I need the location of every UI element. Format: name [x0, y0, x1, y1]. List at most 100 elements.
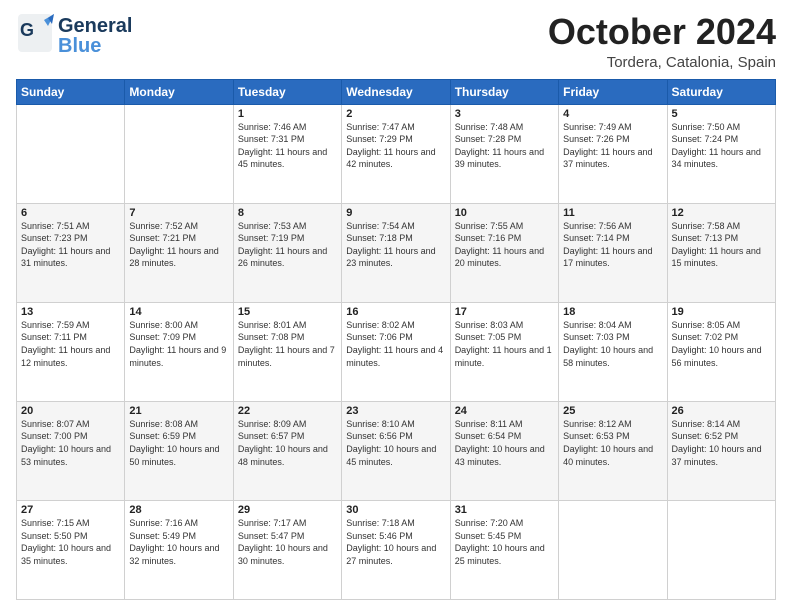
calendar-week-5: 27Sunrise: 7:15 AM Sunset: 5:50 PM Dayli… — [17, 500, 776, 599]
table-row: 31Sunrise: 7:20 AM Sunset: 5:45 PM Dayli… — [450, 500, 558, 599]
table-row: 27Sunrise: 7:15 AM Sunset: 5:50 PM Dayli… — [17, 500, 125, 599]
day-number: 18 — [563, 306, 662, 318]
calendar-week-3: 13Sunrise: 7:59 AM Sunset: 7:11 PM Dayli… — [17, 302, 776, 401]
table-row — [17, 104, 125, 203]
header-friday: Friday — [559, 79, 667, 104]
day-number: 31 — [455, 504, 554, 516]
table-row: 6Sunrise: 7:51 AM Sunset: 7:23 PM Daylig… — [17, 203, 125, 302]
location: Tordera, Catalonia, Spain — [548, 54, 776, 71]
day-number: 17 — [455, 306, 554, 318]
logo-blue: Blue — [58, 36, 132, 56]
table-row: 5Sunrise: 7:50 AM Sunset: 7:24 PM Daylig… — [667, 104, 775, 203]
table-row: 28Sunrise: 7:16 AM Sunset: 5:49 PM Dayli… — [125, 500, 233, 599]
table-row: 18Sunrise: 8:04 AM Sunset: 7:03 PM Dayli… — [559, 302, 667, 401]
table-row: 25Sunrise: 8:12 AM Sunset: 6:53 PM Dayli… — [559, 401, 667, 500]
day-info: Sunrise: 7:55 AM Sunset: 7:16 PM Dayligh… — [455, 220, 554, 270]
day-info: Sunrise: 8:07 AM Sunset: 7:00 PM Dayligh… — [21, 418, 120, 468]
day-info: Sunrise: 8:09 AM Sunset: 6:57 PM Dayligh… — [238, 418, 337, 468]
day-info: Sunrise: 8:01 AM Sunset: 7:08 PM Dayligh… — [238, 319, 337, 369]
day-number: 7 — [129, 207, 228, 219]
day-number: 12 — [672, 207, 771, 219]
day-info: Sunrise: 7:15 AM Sunset: 5:50 PM Dayligh… — [21, 517, 120, 567]
day-info: Sunrise: 7:58 AM Sunset: 7:13 PM Dayligh… — [672, 220, 771, 270]
page: G General Blue October 2024 Tordera, Cat… — [0, 0, 792, 612]
calendar-week-4: 20Sunrise: 8:07 AM Sunset: 7:00 PM Dayli… — [17, 401, 776, 500]
day-info: Sunrise: 7:53 AM Sunset: 7:19 PM Dayligh… — [238, 220, 337, 270]
calendar-week-1: 1Sunrise: 7:46 AM Sunset: 7:31 PM Daylig… — [17, 104, 776, 203]
header-wednesday: Wednesday — [342, 79, 450, 104]
day-number: 11 — [563, 207, 662, 219]
table-row — [125, 104, 233, 203]
day-info: Sunrise: 8:08 AM Sunset: 6:59 PM Dayligh… — [129, 418, 228, 468]
logo-text: General Blue — [58, 16, 132, 56]
day-info: Sunrise: 8:03 AM Sunset: 7:05 PM Dayligh… — [455, 319, 554, 369]
day-info: Sunrise: 8:02 AM Sunset: 7:06 PM Dayligh… — [346, 319, 445, 369]
day-info: Sunrise: 7:18 AM Sunset: 5:46 PM Dayligh… — [346, 517, 445, 567]
weekday-header-row: Sunday Monday Tuesday Wednesday Thursday… — [17, 79, 776, 104]
day-number: 22 — [238, 405, 337, 417]
day-info: Sunrise: 7:49 AM Sunset: 7:26 PM Dayligh… — [563, 121, 662, 171]
table-row: 9Sunrise: 7:54 AM Sunset: 7:18 PM Daylig… — [342, 203, 450, 302]
table-row: 21Sunrise: 8:08 AM Sunset: 6:59 PM Dayli… — [125, 401, 233, 500]
month-title: October 2024 — [548, 12, 776, 52]
logo: G General Blue — [16, 12, 132, 59]
day-number: 19 — [672, 306, 771, 318]
table-row: 11Sunrise: 7:56 AM Sunset: 7:14 PM Dayli… — [559, 203, 667, 302]
day-number: 28 — [129, 504, 228, 516]
table-row: 14Sunrise: 8:00 AM Sunset: 7:09 PM Dayli… — [125, 302, 233, 401]
table-row: 4Sunrise: 7:49 AM Sunset: 7:26 PM Daylig… — [559, 104, 667, 203]
header-saturday: Saturday — [667, 79, 775, 104]
day-number: 30 — [346, 504, 445, 516]
table-row: 30Sunrise: 7:18 AM Sunset: 5:46 PM Dayli… — [342, 500, 450, 599]
logo-icon: G — [16, 12, 54, 59]
table-row: 29Sunrise: 7:17 AM Sunset: 5:47 PM Dayli… — [233, 500, 341, 599]
table-row: 8Sunrise: 7:53 AM Sunset: 7:19 PM Daylig… — [233, 203, 341, 302]
calendar-week-2: 6Sunrise: 7:51 AM Sunset: 7:23 PM Daylig… — [17, 203, 776, 302]
day-info: Sunrise: 8:10 AM Sunset: 6:56 PM Dayligh… — [346, 418, 445, 468]
table-row: 7Sunrise: 7:52 AM Sunset: 7:21 PM Daylig… — [125, 203, 233, 302]
day-number: 13 — [21, 306, 120, 318]
calendar: Sunday Monday Tuesday Wednesday Thursday… — [16, 79, 776, 600]
day-info: Sunrise: 7:52 AM Sunset: 7:21 PM Dayligh… — [129, 220, 228, 270]
day-info: Sunrise: 7:48 AM Sunset: 7:28 PM Dayligh… — [455, 121, 554, 171]
table-row: 13Sunrise: 7:59 AM Sunset: 7:11 PM Dayli… — [17, 302, 125, 401]
day-number: 2 — [346, 108, 445, 120]
table-row: 2Sunrise: 7:47 AM Sunset: 7:29 PM Daylig… — [342, 104, 450, 203]
day-info: Sunrise: 7:51 AM Sunset: 7:23 PM Dayligh… — [21, 220, 120, 270]
header-monday: Monday — [125, 79, 233, 104]
day-number: 10 — [455, 207, 554, 219]
table-row: 24Sunrise: 8:11 AM Sunset: 6:54 PM Dayli… — [450, 401, 558, 500]
day-info: Sunrise: 8:00 AM Sunset: 7:09 PM Dayligh… — [129, 319, 228, 369]
day-number: 1 — [238, 108, 337, 120]
day-info: Sunrise: 7:47 AM Sunset: 7:29 PM Dayligh… — [346, 121, 445, 171]
day-number: 25 — [563, 405, 662, 417]
table-row: 12Sunrise: 7:58 AM Sunset: 7:13 PM Dayli… — [667, 203, 775, 302]
day-number: 29 — [238, 504, 337, 516]
header-sunday: Sunday — [17, 79, 125, 104]
header-thursday: Thursday — [450, 79, 558, 104]
day-info: Sunrise: 7:16 AM Sunset: 5:49 PM Dayligh… — [129, 517, 228, 567]
day-info: Sunrise: 7:54 AM Sunset: 7:18 PM Dayligh… — [346, 220, 445, 270]
day-number: 16 — [346, 306, 445, 318]
table-row: 3Sunrise: 7:48 AM Sunset: 7:28 PM Daylig… — [450, 104, 558, 203]
table-row: 10Sunrise: 7:55 AM Sunset: 7:16 PM Dayli… — [450, 203, 558, 302]
day-info: Sunrise: 8:12 AM Sunset: 6:53 PM Dayligh… — [563, 418, 662, 468]
day-info: Sunrise: 8:05 AM Sunset: 7:02 PM Dayligh… — [672, 319, 771, 369]
svg-text:G: G — [20, 20, 34, 40]
day-info: Sunrise: 7:17 AM Sunset: 5:47 PM Dayligh… — [238, 517, 337, 567]
day-info: Sunrise: 8:04 AM Sunset: 7:03 PM Dayligh… — [563, 319, 662, 369]
day-number: 15 — [238, 306, 337, 318]
day-number: 8 — [238, 207, 337, 219]
day-number: 9 — [346, 207, 445, 219]
table-row: 1Sunrise: 7:46 AM Sunset: 7:31 PM Daylig… — [233, 104, 341, 203]
table-row: 23Sunrise: 8:10 AM Sunset: 6:56 PM Dayli… — [342, 401, 450, 500]
day-info: Sunrise: 7:50 AM Sunset: 7:24 PM Dayligh… — [672, 121, 771, 171]
day-number: 3 — [455, 108, 554, 120]
day-number: 5 — [672, 108, 771, 120]
day-number: 21 — [129, 405, 228, 417]
table-row: 15Sunrise: 8:01 AM Sunset: 7:08 PM Dayli… — [233, 302, 341, 401]
title-block: October 2024 Tordera, Catalonia, Spain — [548, 12, 776, 71]
table-row: 17Sunrise: 8:03 AM Sunset: 7:05 PM Dayli… — [450, 302, 558, 401]
day-number: 6 — [21, 207, 120, 219]
day-number: 24 — [455, 405, 554, 417]
